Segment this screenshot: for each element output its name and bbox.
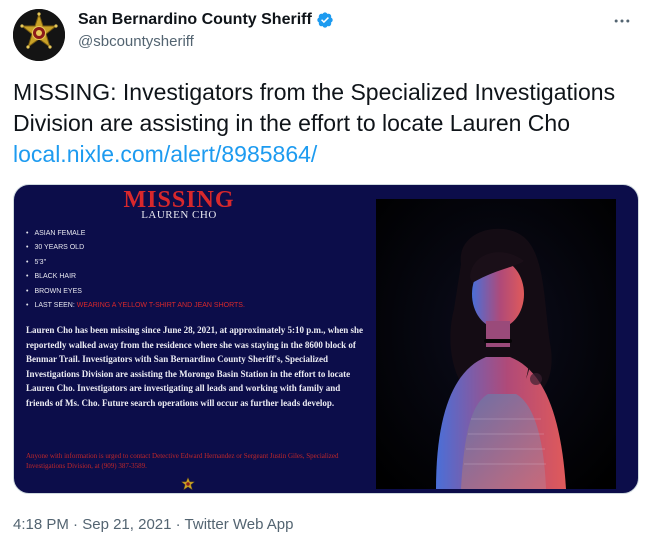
missing-person-photo bbox=[376, 199, 616, 489]
poster-contact: Anyone with information is urged to cont… bbox=[26, 452, 339, 470]
display-name-row[interactable]: San Bernardino County Sheriff bbox=[78, 11, 334, 29]
user-handle[interactable]: @sbcountysheriff bbox=[78, 33, 194, 50]
more-horizontal-icon bbox=[614, 19, 630, 23]
sheriff-star-logo bbox=[13, 9, 65, 61]
fact-item: ASIAN FEMALE bbox=[26, 227, 245, 241]
tweet-time[interactable]: 4:18 PM bbox=[13, 516, 69, 533]
fact-item: BLACK HAIR bbox=[26, 270, 245, 284]
tweet-media-image[interactable]: MISSING LAUREN CHO ASIAN FEMALE 30 YEARS… bbox=[13, 184, 639, 494]
verified-badge-icon bbox=[317, 12, 333, 28]
tweet-link[interactable]: local.nixle.com/alert/8985864/ bbox=[13, 141, 317, 167]
last-seen-label: LAST SEEN: bbox=[34, 302, 75, 310]
display-name[interactable]: San Bernardino County Sheriff bbox=[78, 11, 312, 29]
tweet-date[interactable]: Sep 21, 2021 bbox=[82, 516, 171, 533]
tweet-text: MISSING: Investigators from the Speciali… bbox=[13, 77, 633, 170]
portrait-illustration bbox=[376, 199, 616, 489]
sheriff-star-small-icon bbox=[181, 477, 195, 491]
avatar[interactable] bbox=[13, 9, 65, 61]
fact-item-last-seen: LAST SEEN: WEARING A YELLOW T-SHIRT AND … bbox=[26, 299, 245, 313]
fact-item: 5'3" bbox=[26, 256, 245, 270]
separator: · bbox=[68, 516, 83, 533]
tweet-timestamp: 4:18 PM · Sep 21, 2021 · Twitter Web App bbox=[13, 516, 293, 533]
more-options-button[interactable] bbox=[610, 9, 634, 33]
separator: · bbox=[171, 516, 185, 533]
poster-description: Lauren Cho has been missing since June 2… bbox=[26, 325, 363, 408]
poster-facts-list: ASIAN FEMALE 30 YEARS OLD 5'3" BLACK HAI… bbox=[26, 227, 245, 313]
fact-item: BROWN EYES bbox=[26, 285, 245, 299]
tweet-body: MISSING: Investigators from the Speciali… bbox=[13, 79, 616, 136]
last-seen-value: WEARING A YELLOW T-SHIRT AND JEAN SHORTS… bbox=[76, 302, 245, 310]
poster-subtitle: LAUREN CHO bbox=[141, 209, 217, 221]
fact-item: 30 YEARS OLD bbox=[26, 241, 245, 255]
tweet-source[interactable]: Twitter Web App bbox=[185, 516, 294, 533]
